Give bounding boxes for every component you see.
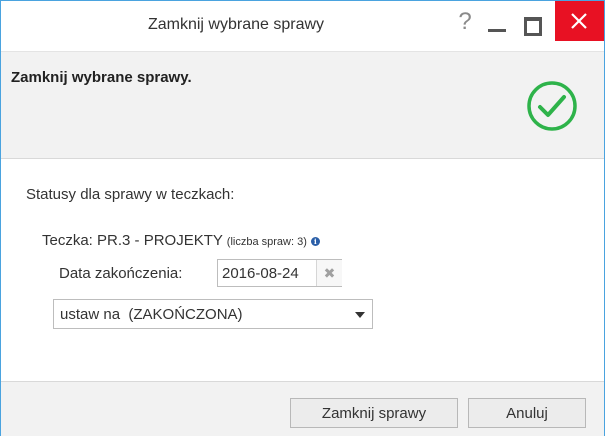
dialog-window: Zamknij wybrane sprawy ? Zamknij wybrane… [0,0,605,436]
section-label: Statusy dla sprawy w teczkach: [26,186,235,203]
folder-count: (liczba spraw: 3) [226,236,307,248]
title-bar[interactable]: Zamknij wybrane sprawy ? [1,1,604,51]
maximize-icon[interactable] [519,11,545,37]
info-icon[interactable]: i [310,237,320,246]
status-select-value: ustaw na (ZAKOŃCZONA) [60,306,243,323]
dialog-content: Statusy dla sprawy w teczkach: Teczka: P… [1,159,604,381]
folder-line: Teczka: PR.3 - PROJEKTY (liczba spraw: 3… [42,232,320,249]
end-date-input[interactable] [218,260,322,286]
clear-date-icon[interactable]: ✖ [316,260,342,286]
chevron-down-icon [355,312,365,318]
cancel-button[interactable]: Anuluj [468,398,586,428]
status-select[interactable]: ustaw na (ZAKOŃCZONA) [53,299,373,329]
dialog-footer: Zamknij sprawy Anuluj [1,381,604,436]
minimize-icon[interactable] [484,11,510,37]
dialog-header: Zamknij wybrane sprawy. [1,51,604,159]
close-icon[interactable] [555,1,604,41]
close-x-icon [571,13,587,29]
help-icon[interactable]: ? [453,7,477,37]
end-date-label: Data zakończenia: [59,265,183,282]
close-cases-button[interactable]: Zamknij sprawy [290,398,458,428]
window-title: Zamknij wybrane sprawy [147,16,325,33]
check-circle-icon [527,81,577,131]
folder-label: Teczka: PR.3 - PROJEKTY [42,232,223,249]
end-date-field[interactable]: ✖ [217,259,342,287]
header-title: Zamknij wybrane sprawy. [11,69,192,86]
